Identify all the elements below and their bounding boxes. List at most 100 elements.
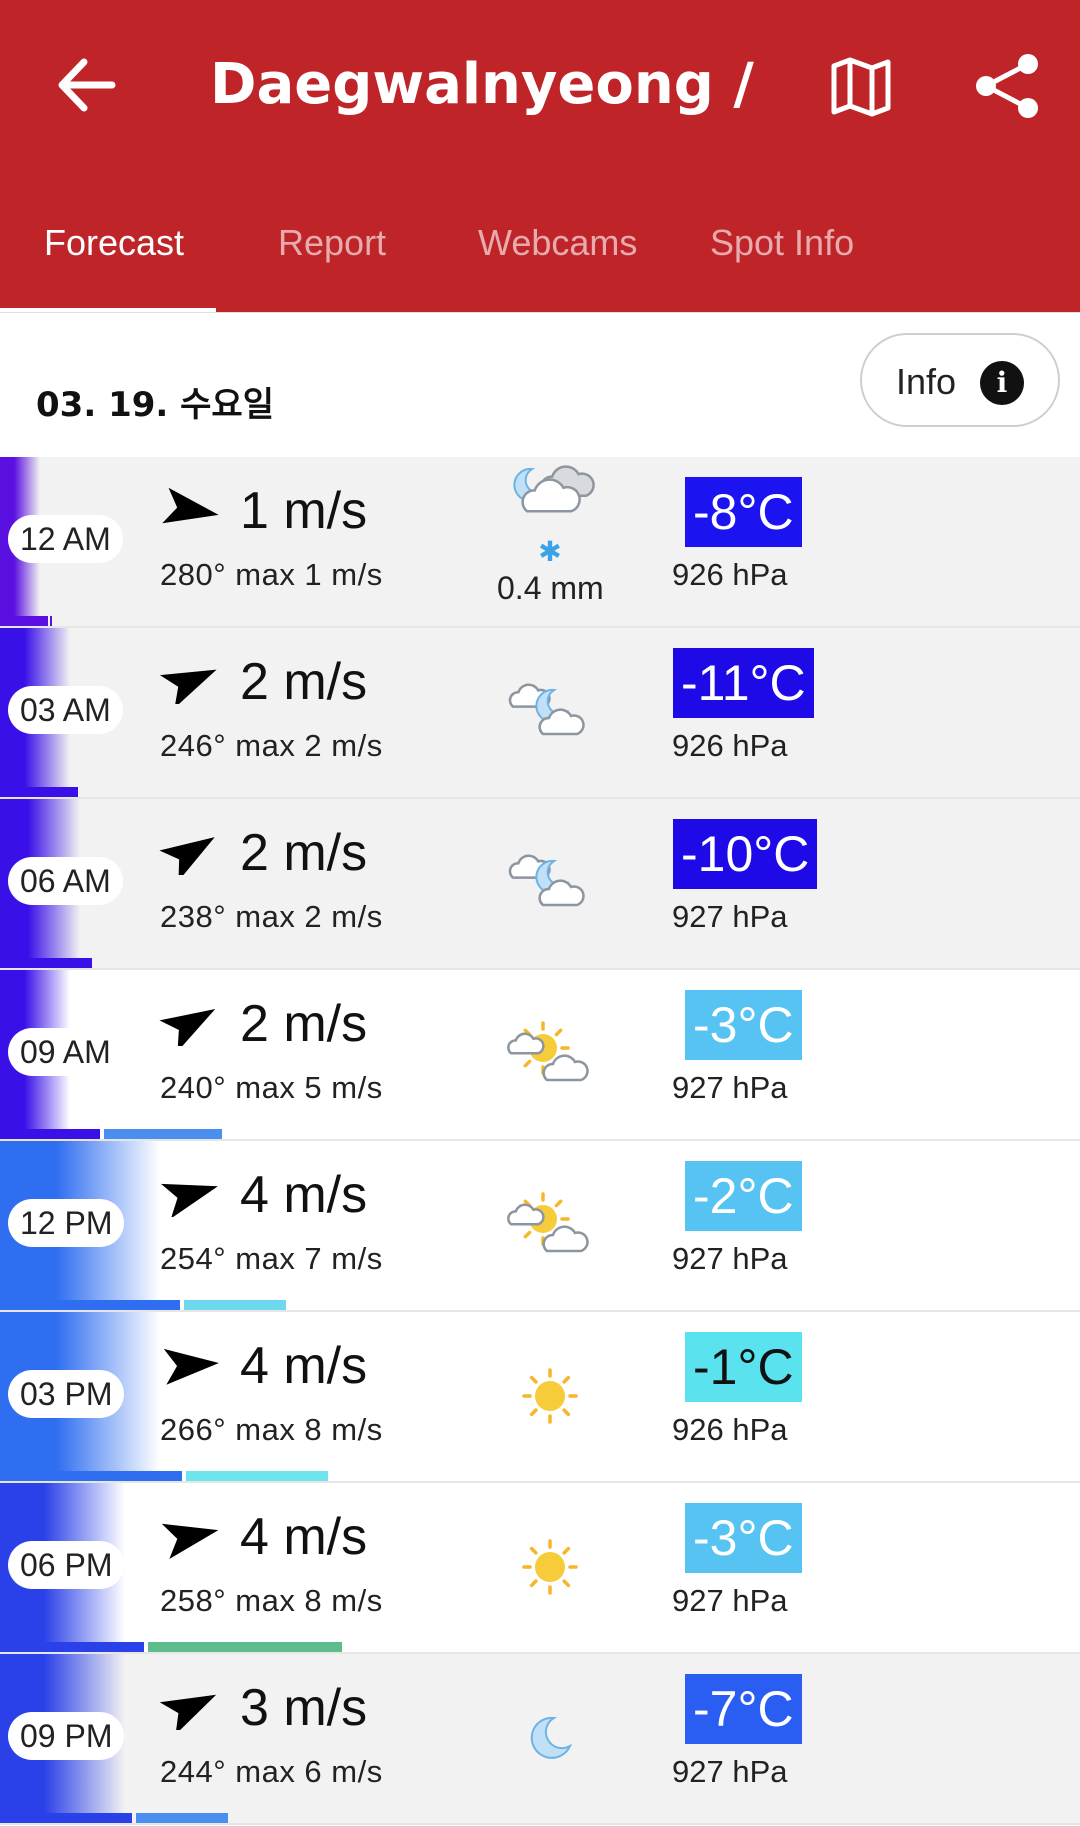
- sun-cloud-icon: [507, 1021, 589, 1082]
- forecast-row[interactable]: 09 AM 2 m/s 240° max 5 m/s -3°C 927 hPa: [0, 970, 1080, 1141]
- forecast-row[interactable]: 09 PM 3 m/s 244° max 6 m/s -7°C 927 hPa: [0, 1654, 1080, 1825]
- wind-direction-degrees: 240°: [160, 1070, 227, 1105]
- share-icon[interactable]: [972, 50, 1044, 122]
- wind-direction-degrees: 254°: [160, 1241, 227, 1276]
- wind-detail: 254° max 7 m/s: [160, 1241, 383, 1277]
- wind-direction-arrow-icon: [159, 837, 215, 875]
- forecast-row[interactable]: 06 PM 4 m/s 258° max 8 m/s -3°C 927 hPa: [0, 1483, 1080, 1654]
- tab-bar: Forecast Report Webcams Spot Info: [0, 212, 1080, 314]
- wind-average-bar: [0, 616, 48, 626]
- tab-report[interactable]: Report: [278, 222, 386, 264]
- info-button-label: Info: [896, 361, 957, 402]
- forecast-time: 12 AM: [8, 515, 123, 563]
- map-icon[interactable]: [826, 52, 896, 122]
- pressure: 927 hPa: [672, 1070, 788, 1105]
- forecast-row[interactable]: 03 AM 2 m/s 246° max 2 m/s -11°C 926 hPa: [0, 628, 1080, 799]
- wind-gust-bar: [136, 1813, 228, 1823]
- forecast-time: 12 PM: [8, 1199, 125, 1247]
- wind-speed: 2 m/s: [240, 653, 368, 711]
- forecast-time: 03 PM: [8, 1370, 125, 1418]
- wind-direction-degrees: 266°: [160, 1412, 227, 1447]
- wind-direction-arrow-icon: [159, 669, 217, 704]
- wind-gust: max 2 m/s: [235, 728, 383, 763]
- temperature-badge: -8°C: [685, 477, 802, 547]
- pressure: 927 hPa: [672, 1241, 788, 1276]
- wind-average-bar: [0, 1129, 100, 1139]
- date-header: 03. 19. 수요일 Info i: [0, 312, 1080, 457]
- arrow-left-icon[interactable]: [50, 50, 120, 120]
- temperature-badge: -11°C: [673, 648, 814, 718]
- forecast-time: 03 AM: [8, 686, 123, 734]
- sun-cloud-icon: [507, 1192, 589, 1253]
- wind-detail: 258° max 8 m/s: [160, 1583, 383, 1619]
- pressure: 926 hPa: [672, 1412, 788, 1447]
- wind-speed: 2 m/s: [240, 995, 368, 1053]
- wind-direction-arrow-icon: [161, 1523, 219, 1559]
- pressure: 927 hPa: [672, 1583, 788, 1618]
- info-button[interactable]: Info i: [860, 333, 1060, 427]
- pressure: 927 hPa: [672, 899, 788, 934]
- wind-direction-arrow-icon: [159, 1694, 217, 1730]
- pressure: 926 hPa: [672, 557, 788, 592]
- tab-webcams[interactable]: Webcams: [478, 222, 637, 264]
- wind-direction-arrow-icon: [163, 1348, 219, 1385]
- wind-gust: max 8 m/s: [235, 1412, 383, 1447]
- wind-gust-bar: [184, 1300, 286, 1310]
- forecast-time: 09 PM: [8, 1712, 125, 1760]
- app-bar: Daegwalnyeong / P... Forecast Report Web…: [0, 0, 1080, 314]
- wind-gust: max 6 m/s: [235, 1754, 383, 1789]
- forecast-row[interactable]: 12 AM 1 m/s 280° max 1 m/s ✱ 0.4 mm -8°C 926 h…: [0, 457, 1080, 628]
- temperature-badge: -1°C: [685, 1332, 802, 1402]
- wind-gust: max 7 m/s: [235, 1241, 383, 1276]
- wind-direction-arrow-icon: [161, 1183, 218, 1217]
- wind-direction-arrow-icon: [162, 487, 219, 524]
- forecast-row[interactable]: 03 PM 4 m/s 266° max 8 m/s -1°C 926 hPa: [0, 1312, 1080, 1483]
- wind-speed: 4 m/s: [240, 1166, 368, 1224]
- spot-title: Daegwalnyeong / P...: [210, 52, 770, 117]
- temperature-badge: -10°C: [673, 819, 818, 889]
- wind-average-bar: [0, 1813, 132, 1823]
- wind-direction-degrees: 238°: [160, 899, 227, 934]
- wind-gust-bar: [186, 1471, 328, 1481]
- night-partly-cloudy-icon: [508, 854, 585, 907]
- forecast-time: 06 AM: [8, 857, 123, 905]
- info-icon: i: [980, 361, 1024, 405]
- wind-speed: 4 m/s: [240, 1337, 368, 1395]
- wind-detail: 244° max 6 m/s: [160, 1754, 383, 1790]
- sun-icon: [522, 1539, 578, 1595]
- pressure: 927 hPa: [672, 1754, 788, 1789]
- wind-gust: max 1 m/s: [235, 557, 383, 592]
- forecast-time: 06 PM: [8, 1541, 125, 1589]
- wind-average-bar: [0, 1642, 144, 1652]
- wind-detail: 246° max 2 m/s: [160, 728, 383, 764]
- tab-forecast[interactable]: Forecast: [44, 222, 184, 264]
- forecast-list: 12 AM 1 m/s 280° max 1 m/s ✱ 0.4 mm -8°C 926 h…: [0, 457, 1080, 1825]
- wind-direction-arrow-icon: [159, 1009, 216, 1046]
- wind-speed: 1 m/s: [240, 482, 368, 540]
- wind-gust: max 8 m/s: [235, 1583, 383, 1618]
- wind-direction-degrees: 244°: [160, 1754, 227, 1789]
- forecast-row[interactable]: 12 PM 4 m/s 254° max 7 m/s -2°C 927 hPa: [0, 1141, 1080, 1312]
- wind-detail: 266° max 8 m/s: [160, 1412, 383, 1448]
- wind-speed: 4 m/s: [240, 1508, 368, 1566]
- wind-gust-bar: [104, 1129, 222, 1139]
- wind-detail: 238° max 2 m/s: [160, 899, 383, 935]
- wind-direction-degrees: 258°: [160, 1583, 227, 1618]
- wind-detail: 240° max 5 m/s: [160, 1070, 383, 1106]
- tab-spot-info[interactable]: Spot Info: [710, 222, 854, 264]
- wind-gust: max 2 m/s: [235, 899, 383, 934]
- wind-gust: max 5 m/s: [235, 1070, 383, 1105]
- forecast-row[interactable]: 06 AM 2 m/s 238° max 2 m/s -10°C 927 hPa: [0, 799, 1080, 970]
- temperature-badge: -7°C: [685, 1674, 802, 1744]
- temperature-badge: -3°C: [685, 1503, 802, 1573]
- wind-gust-bar: [148, 1642, 342, 1652]
- moon-icon: [530, 1716, 573, 1759]
- night-partly-cloudy-icon: [508, 683, 585, 736]
- svg-text:✱: ✱: [538, 535, 561, 568]
